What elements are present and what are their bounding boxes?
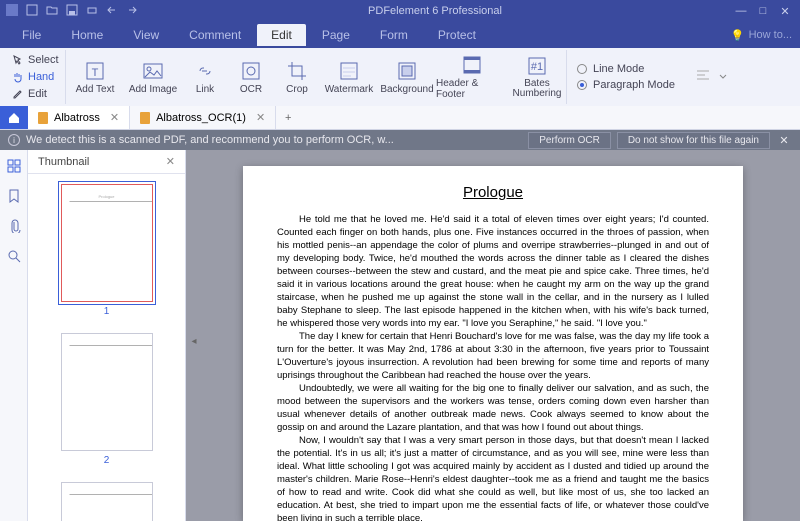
qa-undo-icon[interactable] <box>106 5 118 18</box>
select-tool[interactable]: Select <box>12 52 59 69</box>
line-mode-radio[interactable]: Line Mode <box>577 63 675 75</box>
background-button[interactable]: Background <box>378 50 436 104</box>
ocr-button[interactable]: OCR <box>228 50 274 104</box>
menu-page[interactable]: Page <box>308 24 364 46</box>
app-title: PDFelement 6 Professional <box>138 5 732 17</box>
thumbnail-panel: Thumbnail ✕ Prologue▬▬▬▬▬▬▬▬▬▬▬▬▬▬▬▬▬▬▬▬▬… <box>28 150 186 521</box>
minimize-button[interactable]: — <box>732 4 750 18</box>
qa-save-icon[interactable] <box>66 4 78 19</box>
menu-protect[interactable]: Protect <box>424 24 490 46</box>
edit-tool[interactable]: Edit <box>12 85 59 102</box>
close-tab-icon[interactable]: ✕ <box>256 111 265 124</box>
titlebar: PDFelement 6 Professional — □ ✕ <box>0 0 800 22</box>
close-button[interactable]: ✕ <box>776 4 794 18</box>
ribbon: Select Hand Edit TAdd Text Add Image Lin… <box>0 48 800 106</box>
document-tab-1[interactable]: Albatross✕ <box>28 106 130 129</box>
pdf-icon <box>140 112 150 124</box>
menu-form[interactable]: Form <box>366 24 422 46</box>
menu-home[interactable]: Home <box>57 24 117 46</box>
thumbnail-page-3[interactable]: ▬▬▬▬▬▬▬▬▬▬▬▬▬▬▬▬▬▬▬▬▬▬▬▬▬▬▬▬▬▬▬▬▬▬▬▬▬▬▬▬… <box>28 482 185 521</box>
qa-print-icon[interactable] <box>86 4 98 19</box>
align-options-icon[interactable] <box>695 68 711 87</box>
menubar: File Home View Comment Edit Page Form Pr… <box>0 22 800 48</box>
svg-text:#1: #1 <box>531 61 543 73</box>
thumbnail-header: Thumbnail <box>38 156 89 168</box>
scroll-left-icon[interactable]: ◂ <box>188 336 200 348</box>
perform-ocr-button[interactable]: Perform OCR <box>528 132 611 149</box>
left-sidebar <box>0 150 28 521</box>
menu-view[interactable]: View <box>119 24 173 46</box>
qa-open-icon[interactable] <box>46 5 58 18</box>
link-button[interactable]: Link <box>182 50 228 104</box>
hand-tool[interactable]: Hand <box>12 69 59 86</box>
app-icon <box>6 4 18 19</box>
add-image-button[interactable]: Add Image <box>124 50 182 104</box>
document-tab-2[interactable]: Albatross_OCR(1)✕ <box>130 106 276 129</box>
paragraph: The day I knew for certain that Henri Bo… <box>277 330 709 382</box>
page-content: Prologue He told me that he loved me. He… <box>243 166 743 521</box>
qa-new-icon[interactable] <box>26 4 38 19</box>
crop-button[interactable]: Crop <box>274 50 320 104</box>
thumbnail-page-1[interactable]: Prologue▬▬▬▬▬▬▬▬▬▬▬▬▬▬▬▬▬▬▬▬▬▬▬▬▬▬▬▬▬▬▬▬… <box>28 184 185 317</box>
paragraph: Now, I wouldn't say that I was a very sm… <box>277 434 709 521</box>
document-view[interactable]: ◂ Prologue He told me that he loved me. … <box>186 150 800 521</box>
svg-text:T: T <box>92 67 99 79</box>
qa-redo-icon[interactable] <box>126 5 138 18</box>
howto-link[interactable]: 💡How to... <box>731 29 792 42</box>
close-tab-icon[interactable]: ✕ <box>110 111 119 124</box>
paragraph-mode-radio[interactable]: Paragraph Mode <box>577 79 675 91</box>
thumbnail-page-2[interactable]: ▬▬▬▬▬▬▬▬▬▬▬▬▬▬▬▬▬▬▬▬▬▬▬▬▬▬▬▬▬▬▬▬▬▬▬▬▬▬▬▬… <box>28 333 185 466</box>
home-tab[interactable] <box>0 106 28 129</box>
collapse-ribbon-icon[interactable] <box>717 70 729 85</box>
watermark-button[interactable]: Watermark <box>320 50 378 104</box>
pdf-icon <box>38 112 48 124</box>
menu-file[interactable]: File <box>8 24 55 46</box>
thumbnails-panel-icon[interactable] <box>6 158 22 174</box>
document-tabbar: Albatross✕ Albatross_OCR(1)✕ + <box>0 106 800 130</box>
ocr-notification: i We detect this is a scanned PDF, and r… <box>0 130 800 150</box>
dismiss-notification-button[interactable]: Do not show for this file again <box>617 132 770 149</box>
add-tab-button[interactable]: + <box>276 106 300 129</box>
menu-edit[interactable]: Edit <box>257 24 306 46</box>
bookmarks-panel-icon[interactable] <box>6 188 22 204</box>
paragraph: Undoubtedly, we were all waiting for the… <box>277 382 709 434</box>
info-icon: i <box>8 134 20 146</box>
page-heading: Prologue <box>277 184 709 201</box>
paragraph: He told me that he loved me. He'd said i… <box>277 213 709 330</box>
menu-comment[interactable]: Comment <box>175 24 255 46</box>
maximize-button[interactable]: □ <box>754 4 772 18</box>
close-thumbnail-panel-icon[interactable]: ✕ <box>166 155 175 168</box>
notification-text: We detect this is a scanned PDF, and rec… <box>26 134 522 146</box>
add-text-button[interactable]: TAdd Text <box>66 50 124 104</box>
close-notification-icon[interactable]: ✕ <box>776 134 792 147</box>
header-footer-button[interactable]: Header & Footer <box>436 50 508 104</box>
lightbulb-icon: 💡 <box>731 29 745 42</box>
attachments-panel-icon[interactable] <box>6 218 22 234</box>
search-panel-icon[interactable] <box>6 248 22 264</box>
bates-button[interactable]: #1Bates Numbering <box>508 50 566 104</box>
